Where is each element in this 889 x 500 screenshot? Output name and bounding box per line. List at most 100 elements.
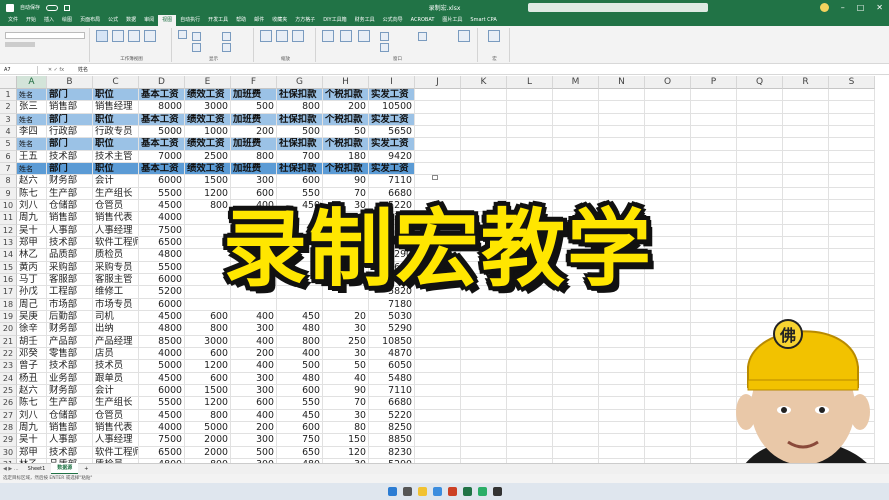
cell[interactable] — [507, 446, 553, 459]
cell[interactable] — [461, 162, 507, 176]
row-header[interactable]: 28 — [0, 421, 17, 435]
cell[interactable]: 跟单员 — [93, 372, 139, 385]
cell[interactable]: 胡壬 — [17, 335, 47, 348]
cell[interactable] — [461, 335, 507, 348]
cell[interactable] — [645, 335, 691, 348]
cell[interactable]: 1200 — [185, 360, 231, 373]
cell[interactable] — [783, 249, 829, 262]
cell[interactable] — [507, 175, 553, 188]
start-icon[interactable] — [387, 487, 397, 496]
cell[interactable] — [599, 89, 645, 102]
cell[interactable]: 600 — [185, 310, 231, 324]
cell[interactable] — [691, 187, 737, 200]
gridlines-checkbox[interactable] — [192, 43, 201, 52]
column-header-f[interactable]: F — [231, 76, 277, 89]
cell[interactable]: 5200 — [139, 286, 185, 299]
cell[interactable]: 4000 — [139, 212, 185, 225]
cell[interactable] — [461, 138, 507, 151]
cell[interactable] — [645, 397, 691, 410]
cell[interactable] — [507, 125, 553, 139]
cell[interactable]: 社保扣款 — [277, 162, 323, 176]
cell[interactable] — [783, 175, 829, 188]
cell[interactable] — [783, 150, 829, 163]
cell[interactable]: 50 — [323, 360, 369, 373]
cell[interactable]: 480 — [277, 323, 323, 336]
cell[interactable]: 5000 — [139, 125, 185, 139]
column-header-r[interactable]: R — [783, 76, 829, 89]
cell[interactable] — [507, 113, 553, 126]
search-box[interactable] — [528, 3, 708, 12]
cell[interactable] — [737, 89, 783, 102]
cell[interactable] — [737, 113, 783, 126]
cell[interactable] — [691, 138, 737, 151]
cell[interactable] — [645, 150, 691, 163]
excel-taskbar-icon[interactable] — [462, 487, 472, 496]
ribbon-tab-10[interactable]: 开发工具 — [204, 15, 232, 26]
cell[interactable]: 750 — [277, 434, 323, 447]
ribbon-tab-20[interactable]: Smart CPA — [466, 15, 500, 26]
cell[interactable]: 600 — [231, 397, 277, 410]
cell[interactable]: 200 — [231, 421, 277, 435]
cell[interactable] — [645, 113, 691, 126]
cell[interactable] — [461, 101, 507, 114]
cell[interactable]: 工程部 — [47, 286, 93, 299]
cell[interactable]: 仓储部 — [47, 199, 93, 213]
cell[interactable]: 销售部 — [47, 421, 93, 435]
cell[interactable]: 400 — [231, 360, 277, 373]
cell[interactable] — [737, 236, 783, 250]
cell[interactable]: 软件工程师 — [93, 446, 139, 459]
cell[interactable]: 姓名 — [17, 162, 47, 176]
row-header[interactable]: 10 — [0, 199, 17, 213]
ribbon-tab-5[interactable]: 公式 — [104, 15, 122, 26]
cell[interactable]: 600 — [277, 421, 323, 435]
cell[interactable]: 300 — [231, 384, 277, 398]
cell[interactable]: 200 — [231, 125, 277, 139]
ruler-checkbox[interactable] — [192, 32, 201, 41]
cell[interactable]: 销售代表 — [93, 421, 139, 435]
cell[interactable] — [737, 224, 783, 237]
cell[interactable]: 品质部 — [47, 249, 93, 262]
cell[interactable]: 4800 — [139, 323, 185, 336]
cell[interactable]: 500 — [277, 125, 323, 139]
cell[interactable] — [553, 175, 599, 188]
cell[interactable]: 店员 — [93, 347, 139, 361]
cell[interactable]: 加班费 — [231, 113, 277, 126]
cell[interactable]: 5290 — [369, 323, 415, 336]
cell[interactable]: 姓名 — [17, 113, 47, 126]
sheet-view-keep[interactable] — [5, 42, 35, 47]
column-header-j[interactable]: J — [415, 76, 461, 89]
cell[interactable]: 70 — [323, 397, 369, 410]
cell[interactable]: 8850 — [369, 434, 415, 447]
cell[interactable]: 王五 — [17, 150, 47, 163]
ribbon-tab-9[interactable]: 自动执行 — [176, 15, 204, 26]
cell[interactable] — [599, 113, 645, 126]
cell[interactable]: 产品经理 — [93, 335, 139, 348]
cell[interactable]: 软件工程师 — [93, 236, 139, 250]
row-header[interactable]: 24 — [0, 372, 17, 385]
cell[interactable] — [461, 397, 507, 410]
cell[interactable]: 销售部 — [47, 212, 93, 225]
row-header[interactable]: 15 — [0, 261, 17, 274]
column-header-b[interactable]: B — [47, 76, 93, 89]
cell[interactable] — [829, 187, 875, 200]
cell[interactable] — [461, 323, 507, 336]
cell[interactable] — [737, 150, 783, 163]
cell[interactable] — [323, 298, 369, 311]
cell[interactable] — [507, 434, 553, 447]
cell[interactable] — [599, 125, 645, 139]
cell[interactable] — [507, 138, 553, 151]
column-header-n[interactable]: N — [599, 76, 645, 89]
ribbon-tab-7[interactable]: 审阅 — [140, 15, 158, 26]
cell[interactable] — [737, 261, 783, 274]
cell[interactable] — [783, 187, 829, 200]
cell[interactable] — [415, 323, 461, 336]
cell[interactable] — [829, 138, 875, 151]
column-header-s[interactable]: S — [829, 76, 875, 89]
cell[interactable] — [415, 347, 461, 361]
cell[interactable]: 1500 — [185, 175, 231, 188]
cell[interactable] — [645, 89, 691, 102]
ribbon-tab-6[interactable]: 数据 — [122, 15, 140, 26]
ribbon-tab-17[interactable]: 公式向导 — [379, 15, 407, 26]
cell[interactable] — [691, 261, 737, 274]
cell[interactable] — [645, 434, 691, 447]
